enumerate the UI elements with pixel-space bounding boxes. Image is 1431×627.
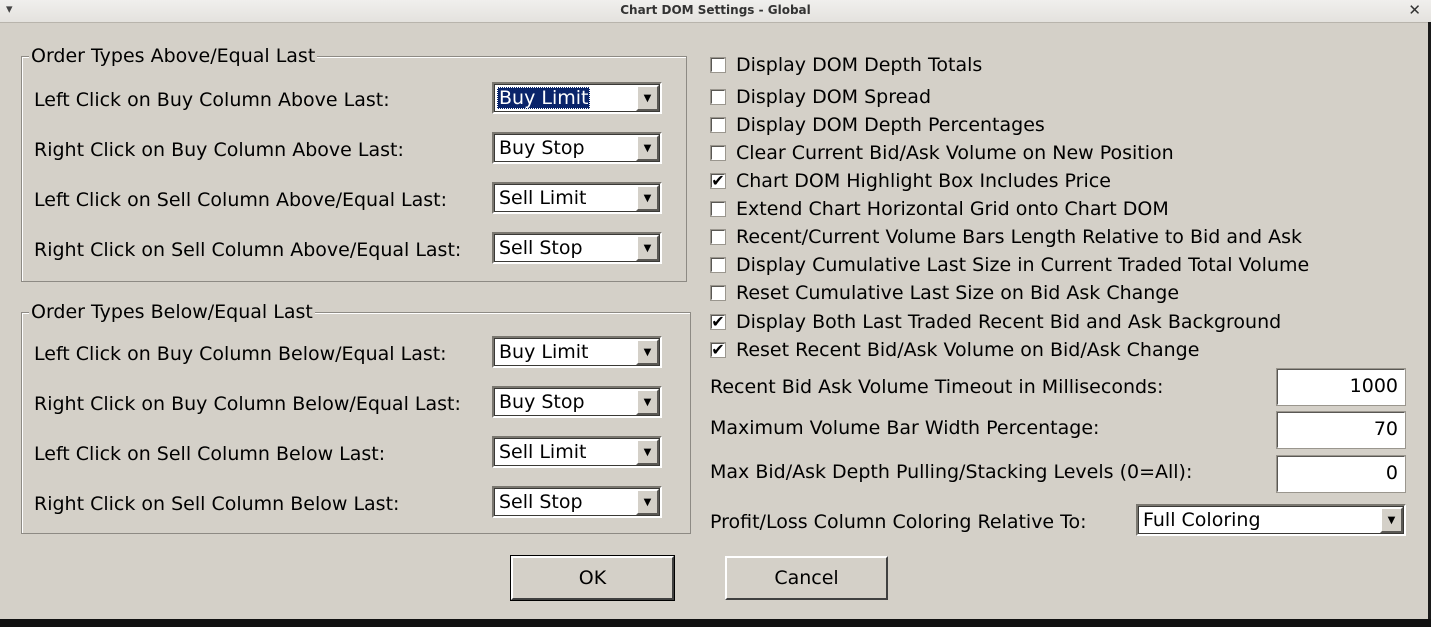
dropdown-arrow-icon[interactable]: ▼ [636,489,659,515]
checkbox[interactable] [710,285,726,301]
checkbox-row[interactable]: Reset Cumulative Last Size on Bid Ask Ch… [710,281,1179,305]
row-label: Left Click on Buy Column Above Last: [34,89,390,111]
dropdown-arrow-icon[interactable]: ▼ [636,135,659,161]
group-title-below: Order Types Below/Equal Last [29,301,315,323]
row-label: Right Click on Sell Column Above/Equal L… [34,239,462,261]
dropdown-arrow-icon[interactable]: ▼ [636,439,659,465]
checkbox-row[interactable]: Clear Current Bid/Ask Volume on New Posi… [710,141,1174,165]
order-type-select[interactable]: Sell Stop ▼ [492,486,662,518]
group-title-above: Order Types Above/Equal Last [29,45,318,67]
order-type-select[interactable]: Sell Limit ▼ [492,182,662,214]
checkbox[interactable]: ✔ [710,314,726,330]
select-value: Sell Limit [499,187,587,209]
select-value: Buy Limit [497,87,591,109]
row-label: Right Click on Sell Column Below Last: [34,493,400,515]
dropdown-arrow-icon[interactable]: ▼ [636,389,659,415]
checkbox-label: Recent/Current Volume Bars Length Relati… [736,226,1303,248]
select-value: Sell Stop [499,237,583,259]
row-label: Right Click on Buy Column Below/Equal La… [34,393,461,415]
select-value: Full Coloring [1143,509,1261,531]
order-type-select[interactable]: Sell Limit ▼ [492,436,662,468]
checkbox-label: Reset Recent Bid/Ask Volume on Bid/Ask C… [736,339,1200,361]
select-value: Buy Limit [499,341,589,363]
checkbox[interactable] [710,145,726,161]
checkbox-label: Chart DOM Highlight Box Includes Price [736,170,1111,192]
max-bar-width-input[interactable]: 70 [1276,411,1406,449]
dropdown-arrow-icon[interactable]: ▼ [636,85,659,111]
check-mark-icon: ✔ [711,171,725,190]
field-label: Recent Bid Ask Volume Timeout in Millise… [710,376,1164,398]
title-bar: ▾ Chart DOM Settings - Global ✕ [0,0,1431,23]
checkbox-label: Clear Current Bid/Ask Volume on New Posi… [736,142,1174,164]
row-label: Right Click on Buy Column Above Last: [34,139,404,161]
checkbox-row[interactable]: Display DOM Spread [710,85,931,109]
checkbox[interactable] [710,89,726,105]
select-value: Sell Stop [499,491,583,513]
depth-levels-input[interactable]: 0 [1276,455,1406,493]
close-icon[interactable]: ✕ [1408,1,1421,19]
checkbox-label: Display DOM Depth Totals [736,54,983,76]
checkbox-row[interactable]: Display DOM Depth Totals [710,53,982,77]
checkbox-label: Display Cumulative Last Size in Current … [736,254,1310,276]
checkbox-label: Reset Cumulative Last Size on Bid Ask Ch… [736,282,1180,304]
select-value: Buy Stop [499,137,585,159]
dropdown-arrow-icon[interactable]: ▼ [636,185,659,211]
checkbox[interactable] [710,57,726,73]
checkbox[interactable]: ✔ [710,342,726,358]
checkbox[interactable]: ✔ [710,173,726,189]
checkbox-label: Display DOM Depth Percentages [736,114,1045,136]
pl-coloring-select[interactable]: Full Coloring ▼ [1136,504,1406,536]
checkbox-row[interactable]: Extend Chart Horizontal Grid onto Chart … [710,197,1169,221]
checkbox[interactable] [710,229,726,245]
checkbox-row[interactable]: ✔ Display Both Last Traded Recent Bid and… [710,310,1281,334]
checkbox-row[interactable]: Recent/Current Volume Bars Length Relati… [710,225,1302,249]
checkbox-label: Display Both Last Traded Recent Bid and … [736,311,1282,333]
checkbox-row[interactable]: ✔ Reset Recent Bid/Ask Volume on Bid/Ask … [710,338,1199,362]
timeout-ms-input[interactable]: 1000 [1276,368,1406,406]
select-value: Sell Limit [499,441,587,463]
ok-button[interactable]: OK [510,555,675,601]
order-type-select[interactable]: Buy Stop ▼ [492,386,662,418]
dropdown-arrow-icon[interactable]: ▼ [636,235,659,261]
order-type-select[interactable]: Buy Limit ▼ [492,82,662,114]
checkbox-row[interactable]: Display DOM Depth Percentages [710,113,1045,137]
checkbox-row[interactable]: Display Cumulative Last Size in Current … [710,253,1309,277]
dropdown-arrow-icon[interactable]: ▼ [1380,507,1403,533]
checkbox-label: Extend Chart Horizontal Grid onto Chart … [736,198,1169,220]
field-label: Maximum Volume Bar Width Percentage: [710,417,1100,439]
checkbox-label: Display DOM Spread [736,86,932,108]
row-label: Left Click on Sell Column Below Last: [34,443,386,465]
select-value: Buy Stop [499,391,585,413]
checkbox[interactable] [710,117,726,133]
checkbox-row[interactable]: ✔ Chart DOM Highlight Box Includes Price [710,169,1111,193]
row-label: Left Click on Sell Column Above/Equal La… [34,189,448,211]
dropdown-arrow-icon[interactable]: ▼ [636,339,659,365]
order-type-select[interactable]: Buy Limit ▼ [492,336,662,368]
order-type-select[interactable]: Buy Stop ▼ [492,132,662,164]
field-label: Max Bid/Ask Depth Pulling/Stacking Level… [710,461,1193,483]
row-label: Left Click on Buy Column Below/Equal Las… [34,343,447,365]
check-mark-icon: ✔ [711,340,725,359]
order-type-select[interactable]: Sell Stop ▼ [492,232,662,264]
checkbox[interactable] [710,201,726,217]
checkbox[interactable] [710,257,726,273]
cancel-button[interactable]: Cancel [725,556,888,600]
check-mark-icon: ✔ [711,312,725,331]
window-title: Chart DOM Settings - Global [620,3,811,17]
pl-coloring-label: Profit/Loss Column Coloring Relative To: [710,511,1087,533]
background-chart-strip [0,619,1431,627]
